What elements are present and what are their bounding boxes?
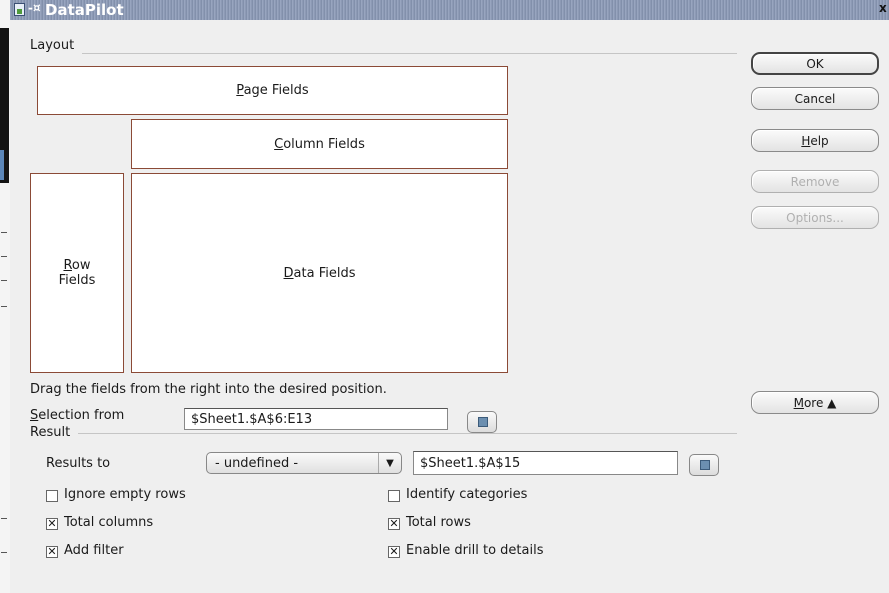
options-button[interactable]: Options... (751, 206, 879, 229)
background-mark (1, 306, 7, 307)
background-blue-mark (0, 150, 4, 180)
background-mark (1, 518, 7, 519)
total-rows-label: Total rows (406, 515, 471, 530)
remove-button[interactable]: Remove (751, 170, 879, 193)
more-button[interactable]: More ▲ (751, 391, 879, 414)
enable-drill-label: Enable drill to details (406, 543, 544, 558)
result-section-label: Result (30, 425, 71, 440)
total-columns-label: Total columns (64, 515, 154, 530)
background-window-edge (0, 0, 10, 593)
help-button[interactable]: Help (751, 129, 879, 152)
dropdown-arrow-icon[interactable]: ▼ (378, 453, 401, 473)
results-to-label: Results to (46, 456, 111, 471)
ignore-empty-rows-label: Ignore empty rows (64, 487, 186, 502)
total-columns-checkbox[interactable]: ✕ (46, 518, 58, 530)
close-icon[interactable]: x (879, 1, 887, 15)
results-to-field[interactable]: $Sheet1.$A$15 (413, 451, 678, 475)
identify-categories-label: Identify categories (406, 487, 528, 502)
datapilot-dialog: Layout Page Fields Column Fields Row Fiel… (10, 20, 889, 593)
background-mark (1, 552, 7, 553)
enable-drill-checkbox[interactable]: ✕ (388, 546, 400, 558)
selection-from-label: Selection from (30, 408, 125, 423)
page-fields-label: Page Fields (236, 83, 309, 98)
selection-shrink-button[interactable] (467, 411, 497, 433)
row-fields-label: Row Fields (58, 258, 96, 288)
data-fields-area[interactable]: Data Fields (131, 173, 508, 373)
row-fields-area[interactable]: Row Fields (30, 173, 124, 373)
add-filter-checkbox[interactable]: ✕ (46, 546, 58, 558)
app-icon (14, 3, 25, 16)
results-shrink-button[interactable] (689, 454, 719, 476)
pin-icon[interactable]: -¤ (28, 1, 41, 15)
background-mark (1, 232, 7, 233)
ignore-empty-rows-checkbox[interactable] (46, 490, 58, 502)
page-fields-area[interactable]: Page Fields (37, 66, 508, 115)
data-fields-label: Data Fields (283, 265, 356, 281)
column-fields-area[interactable]: Column Fields (131, 119, 508, 169)
selection-from-field[interactable]: $Sheet1.$A$6:E13 (184, 408, 448, 430)
identify-categories-checkbox[interactable] (388, 490, 400, 502)
background-mark (1, 280, 7, 281)
layout-separator (82, 53, 737, 54)
ok-button[interactable]: OK (751, 52, 879, 75)
window-title: DataPilot (45, 1, 124, 19)
layout-section-label: Layout (30, 38, 75, 53)
cancel-button[interactable]: Cancel (751, 87, 879, 110)
results-to-selected: - undefined - (215, 455, 299, 471)
add-filter-label: Add filter (64, 543, 124, 558)
column-fields-label: Column Fields (274, 136, 365, 152)
chevron-up-icon: ▲ (827, 395, 837, 410)
title-bar[interactable] (10, 0, 889, 20)
drag-hint-text: Drag the fields from the right into the … (30, 382, 387, 397)
total-rows-checkbox[interactable]: ✕ (388, 518, 400, 530)
results-to-select[interactable]: - undefined - ▼ (206, 452, 402, 474)
result-separator (78, 433, 737, 434)
background-mark (1, 256, 7, 257)
